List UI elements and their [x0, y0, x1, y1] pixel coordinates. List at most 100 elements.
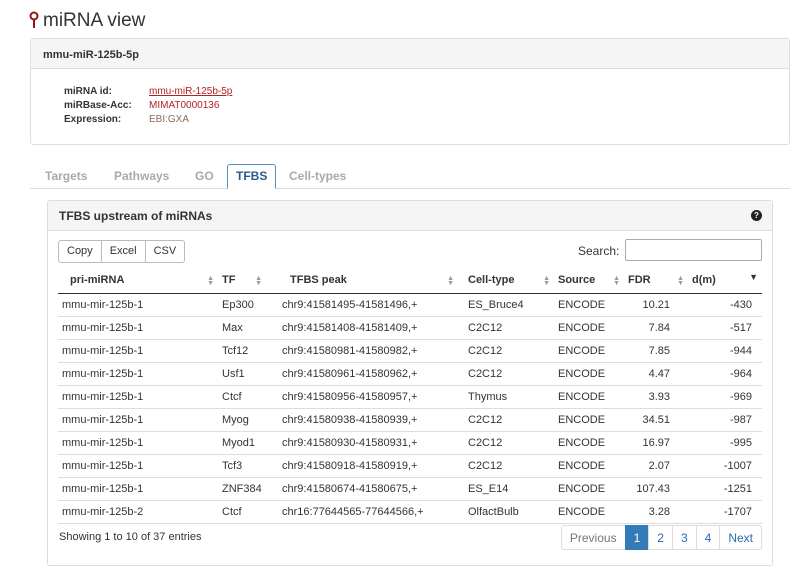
dm-cell: -964 [688, 362, 762, 386]
tf-link[interactable]: Ep300 [218, 293, 278, 317]
tf-link[interactable]: Tcf3 [218, 454, 278, 478]
tfbs-peak-cell: chr9:41580961-41580962,+ [278, 362, 458, 386]
tfbs-peak-cell: chr9:41580981-41580982,+ [278, 339, 458, 363]
pri-mirna-link[interactable]: mmu-mir-125b-1 [58, 477, 218, 501]
table-row: mmu-mir-125b-2 Ctcf chr16:77644565-7764456… [58, 500, 762, 524]
tf-link[interactable]: Myod1 [218, 431, 278, 455]
table-info: Showing 1 to 10 of 37 entries [59, 531, 202, 543]
column-header-fdr[interactable]: FDR ▲ ▼ [624, 268, 688, 294]
dm-cell: -944 [688, 339, 762, 363]
search-input[interactable] [625, 239, 762, 261]
column-header-source[interactable]: Source ▲ ▼ [554, 268, 624, 294]
sort-desc-icon: ▼ [749, 272, 758, 282]
column-header-cell-type[interactable]: Cell-type ▲ ▼ [458, 268, 554, 294]
source-cell: ENCODE [554, 385, 624, 409]
fdr-cell: 10.21 [624, 293, 688, 317]
tfbs-panel: TFBS upstream of miRNAs ? Copy Excel CSV… [47, 200, 773, 566]
column-header-pri-mirna[interactable]: pri-miRNA ▲ ▼ [58, 268, 218, 294]
excel-button[interactable]: Excel [100, 240, 146, 263]
cell-type-cell: C2C12 [458, 362, 554, 386]
source-cell: ENCODE [554, 316, 624, 340]
tfbs-peak-cell: chr9:41580674-41580675,+ [278, 477, 458, 501]
pri-mirna-link[interactable]: mmu-mir-125b-1 [58, 339, 218, 363]
tfbs-peak-cell: chr9:41581495-41581496,+ [278, 293, 458, 317]
tab-targets[interactable]: Targets [45, 164, 87, 188]
cell-type-cell: C2C12 [458, 408, 554, 432]
dm-cell: -517 [688, 316, 762, 340]
tab-cell-types[interactable]: Cell-types [289, 164, 346, 188]
page-4-button[interactable]: 4 [695, 525, 721, 550]
cell-type-cell: C2C12 [458, 431, 554, 455]
fdr-cell: 16.97 [624, 431, 688, 455]
tf-link[interactable]: Usf1 [218, 362, 278, 386]
fdr-cell: 7.85 [624, 339, 688, 363]
cell-type-cell: ES_Bruce4 [458, 293, 554, 317]
pri-mirna-link[interactable]: mmu-mir-125b-1 [58, 362, 218, 386]
mirna-id-link[interactable]: mmu-miR-125b-5p [149, 85, 232, 99]
pri-mirna-link[interactable]: mmu-mir-125b-2 [58, 500, 218, 524]
pri-mirna-link[interactable]: mmu-mir-125b-1 [58, 408, 218, 432]
tf-link[interactable]: Ctcf [218, 385, 278, 409]
source-cell: ENCODE [554, 293, 624, 317]
fdr-cell: 4.47 [624, 362, 688, 386]
tfbs-peak-cell: chr9:41580918-41580919,+ [278, 454, 458, 478]
info-row-mirna-id: miRNA id: mmu-miR-125b-5p [64, 85, 789, 99]
pri-mirna-link[interactable]: mmu-mir-125b-1 [58, 431, 218, 455]
sort-both-icon: ▲ ▼ [207, 275, 214, 287]
tfbs-peak-cell: chr16:77644565-77644566,+ [278, 500, 458, 524]
previous-page-button[interactable]: Previous [560, 525, 626, 550]
cell-type-cell: C2C12 [458, 339, 554, 363]
pri-mirna-link[interactable]: mmu-mir-125b-1 [58, 316, 218, 340]
mirna-info-body: miRNA id: mmu-miR-125b-5p miRBase-Acc: M… [31, 69, 789, 127]
pri-mirna-link[interactable]: mmu-mir-125b-1 [58, 454, 218, 478]
sort-both-icon: ▲ ▼ [447, 275, 454, 287]
tab-pathways[interactable]: Pathways [114, 164, 169, 188]
fdr-cell: 107.43 [624, 477, 688, 501]
page-1-button[interactable]: 1 [624, 525, 650, 550]
table-row: mmu-mir-125b-1 Tcf3 chr9:41580918-41580919… [58, 454, 762, 478]
info-row-mirbase-acc: miRBase-Acc: MIMAT0000136 [64, 99, 789, 113]
tf-link[interactable]: Max [218, 316, 278, 340]
copy-button[interactable]: Copy [58, 240, 102, 263]
source-cell: ENCODE [554, 339, 624, 363]
tf-link[interactable]: Ctcf [218, 500, 278, 524]
column-header-dm[interactable]: d(m) ▼ [688, 268, 762, 294]
info-label: miRNA id: [64, 86, 112, 97]
page-2-button[interactable]: 2 [648, 525, 673, 550]
dm-cell: -987 [688, 408, 762, 432]
help-icon[interactable]: ? [751, 210, 762, 221]
tab-go[interactable]: GO [195, 164, 214, 188]
sort-both-icon: ▲ ▼ [677, 275, 684, 287]
pri-mirna-link[interactable]: mmu-mir-125b-1 [58, 385, 218, 409]
mirna-info-header: mmu-miR-125b-5p [31, 39, 789, 69]
dm-cell: -995 [688, 431, 762, 455]
source-cell: ENCODE [554, 454, 624, 478]
column-header-tf[interactable]: TF ▲ ▼ [218, 268, 278, 294]
sort-both-icon: ▲ ▼ [543, 275, 550, 287]
tf-link[interactable]: ZNF384 [218, 477, 278, 501]
column-header-tfbs-peak[interactable]: TFBS peak ▲ ▼ [278, 268, 458, 294]
source-cell: ENCODE [554, 477, 624, 501]
pagination: Previous 1 2 3 4 Next [560, 525, 762, 550]
page-3-button[interactable]: 3 [671, 525, 697, 550]
export-button-group: Copy Excel CSV [58, 240, 186, 263]
table-header-row: pri-miRNA ▲ ▼ TF ▲ ▼ TFBS peak ▲ ▼ Cell-type ▲ ▼… [58, 268, 762, 294]
table-row: mmu-mir-125b-1 ZNF384 chr9:41580674-415806… [58, 477, 762, 501]
tab-tfbs[interactable]: TFBS [227, 164, 277, 189]
mirna-info-panel: mmu-miR-125b-5p miRNA id: mmu-miR-125b-5… [30, 38, 790, 145]
info-label: Expression: [64, 114, 122, 125]
tf-link[interactable]: Tcf12 [218, 339, 278, 363]
table-row: mmu-mir-125b-1 Myog chr9:41580938-41580939… [58, 408, 762, 432]
cell-type-cell: Thymus [458, 385, 554, 409]
csv-button[interactable]: CSV [144, 240, 186, 263]
sort-both-icon: ▲ ▼ [613, 275, 620, 287]
tf-link[interactable]: Myog [218, 408, 278, 432]
cell-type-cell: OlfactBulb [458, 500, 554, 524]
next-page-button[interactable]: Next [719, 525, 762, 550]
pri-mirna-link[interactable]: mmu-mir-125b-1 [58, 293, 218, 317]
view-tabs: Targets Pathways GO TFBS Cell-types [30, 164, 790, 189]
tfbs-table: pri-miRNA ▲ ▼ TF ▲ ▼ TFBS peak ▲ ▼ Cell-type ▲ ▼… [58, 268, 762, 524]
tfbs-peak-cell: chr9:41581408-41581409,+ [278, 316, 458, 340]
source-cell: ENCODE [554, 362, 624, 386]
dm-cell: -430 [688, 293, 762, 317]
